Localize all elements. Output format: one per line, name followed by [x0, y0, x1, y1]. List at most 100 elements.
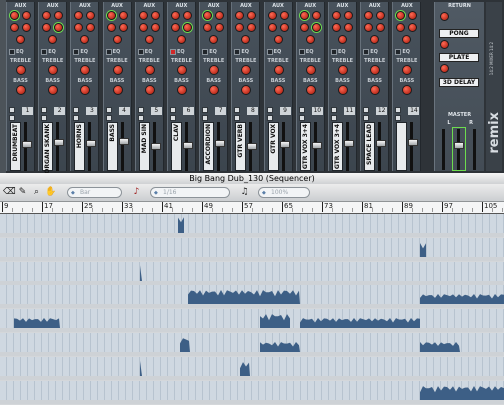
channel-name-strip[interactable]: GTR VOX 3+4	[299, 122, 311, 171]
aux-send-knob-5[interactable]	[48, 35, 58, 44]
solo-button[interactable]	[331, 115, 337, 121]
quantize-dropdown[interactable]: ◆ 1/16	[150, 187, 230, 198]
treble-knob[interactable]	[80, 65, 91, 75]
aux-send-knob-1[interactable]	[10, 11, 19, 20]
aux-send-knob-3[interactable]	[74, 23, 84, 32]
magnify-tool-icon[interactable]: ⌕	[31, 187, 42, 198]
aux-send-knob-3[interactable]	[171, 23, 180, 32]
treble-knob[interactable]	[338, 65, 348, 75]
aux-send-knob-4[interactable]	[279, 23, 289, 32]
track-lane-8[interactable]	[0, 380, 504, 404]
channel-name-strip[interactable]: MAD SIN	[138, 122, 150, 171]
treble-knob[interactable]	[305, 65, 316, 75]
mute-button[interactable]	[105, 107, 112, 113]
channel-fader[interactable]	[408, 138, 419, 146]
eq-toggle-button[interactable]	[41, 49, 48, 55]
aux-send-knob-1[interactable]	[299, 11, 309, 20]
aux-send-knob-1[interactable]	[396, 11, 406, 20]
solo-button[interactable]	[395, 115, 402, 121]
aux-send-knob-5[interactable]	[370, 35, 380, 44]
aux-send-knob-1[interactable]	[332, 11, 341, 20]
aux-send-knob-2[interactable]	[408, 11, 418, 20]
channel-fader[interactable]	[247, 143, 258, 150]
aux-send-knob-3[interactable]	[396, 23, 406, 32]
hand-tool-icon[interactable]: ✋	[45, 187, 56, 198]
aux-send-knob-2[interactable]	[118, 11, 128, 20]
eraser-tool-icon[interactable]: ⌫	[3, 187, 16, 198]
aux-send-knob-5[interactable]	[338, 35, 347, 44]
aux-send-knob-1[interactable]	[42, 11, 52, 20]
aux-send-knob-1[interactable]	[74, 11, 84, 20]
aux-send-knob-4[interactable]	[54, 23, 64, 32]
aux-send-knob-3[interactable]	[364, 23, 374, 32]
aux-send-knob-4[interactable]	[86, 23, 96, 32]
aux-send-knob-2[interactable]	[54, 11, 64, 20]
aux-send-knob-5[interactable]	[112, 35, 122, 44]
eq-toggle-button[interactable]	[266, 49, 273, 55]
treble-knob[interactable]	[112, 65, 123, 75]
aux-send-knob-4[interactable]	[150, 23, 160, 32]
bass-knob[interactable]	[48, 85, 59, 95]
channel-fader[interactable]	[54, 138, 65, 146]
aux-send-knob-1[interactable]	[364, 11, 374, 20]
bass-knob[interactable]	[305, 85, 316, 95]
aux-send-knob-5[interactable]	[177, 35, 186, 44]
mute-button[interactable]	[395, 107, 402, 113]
aux-send-knob-3[interactable]	[235, 23, 245, 32]
channel-fader[interactable]	[86, 139, 97, 147]
aux-send-knob-3[interactable]	[299, 23, 309, 32]
track-lane-3[interactable]	[0, 261, 504, 285]
track-lane-1[interactable]	[0, 214, 504, 237]
channel-name-strip[interactable]: GTR VOX	[267, 122, 279, 171]
eq-toggle-button[interactable]	[202, 49, 209, 55]
bass-knob[interactable]	[402, 85, 413, 95]
mute-button[interactable]	[170, 107, 176, 113]
aux-send-knob-5[interactable]	[241, 35, 251, 44]
aux-send-knob-1[interactable]	[235, 11, 245, 20]
aux-send-knob-4[interactable]	[311, 23, 321, 32]
bass-knob[interactable]	[144, 85, 155, 95]
treble-knob[interactable]	[16, 65, 26, 75]
return-knob-2[interactable]	[440, 40, 449, 49]
aux-send-knob-2[interactable]	[183, 11, 192, 20]
mute-button[interactable]	[41, 107, 48, 113]
aux-send-knob-3[interactable]	[106, 23, 116, 32]
channel-name-strip[interactable]: DRUMBEAT	[10, 122, 21, 171]
channel-name-strip[interactable]: GTR VOX 3+4	[332, 122, 343, 171]
aux-send-knob-4[interactable]	[247, 23, 257, 32]
eq-toggle-button[interactable]	[73, 49, 80, 55]
aux-send-knob-4[interactable]	[344, 23, 353, 32]
aux-send-knob-1[interactable]	[106, 11, 116, 20]
track-lane-6[interactable]	[0, 333, 504, 356]
aux-send-knob-3[interactable]	[138, 23, 148, 32]
bass-knob[interactable]	[112, 85, 123, 95]
aux-send-knob-2[interactable]	[86, 11, 96, 20]
bass-knob[interactable]	[209, 85, 220, 95]
aux-send-knob-4[interactable]	[215, 23, 225, 32]
channel-fader[interactable]	[22, 140, 32, 148]
treble-knob[interactable]	[144, 65, 155, 75]
mute-button[interactable]	[73, 107, 80, 113]
aux-send-knob-5[interactable]	[209, 35, 219, 44]
bass-knob[interactable]	[241, 85, 252, 95]
channel-name-strip[interactable]: GTR VERB	[235, 122, 247, 171]
pencil-tool-icon[interactable]: ✎	[17, 187, 28, 198]
channel-name-strip[interactable]: ACCORDION	[203, 122, 215, 171]
return-knob-1[interactable]	[440, 12, 449, 21]
aux-send-knob-2[interactable]	[22, 11, 31, 20]
zoom-dropdown[interactable]: ◆ 100%	[258, 187, 310, 198]
timeline-ruler[interactable]: 9 17 25 33 41 49 57 65 73 81 89 97 105	[0, 202, 504, 214]
solo-button[interactable]	[234, 115, 241, 121]
aux-send-knob-5[interactable]	[402, 35, 412, 44]
track-lane-5[interactable]	[0, 309, 504, 333]
treble-knob[interactable]	[370, 65, 381, 75]
eq-toggle-button[interactable]	[395, 49, 402, 55]
channel-name-strip[interactable]: SPACE LEAD	[364, 122, 376, 171]
aux-send-knob-3[interactable]	[203, 23, 213, 32]
snap-dropdown[interactable]: ◆ Bar	[67, 187, 122, 198]
treble-knob[interactable]	[177, 65, 187, 75]
bass-knob[interactable]	[80, 85, 91, 95]
bass-knob[interactable]	[177, 85, 187, 95]
channel-name-strip[interactable]	[396, 122, 408, 171]
master-fader[interactable]	[454, 142, 464, 149]
